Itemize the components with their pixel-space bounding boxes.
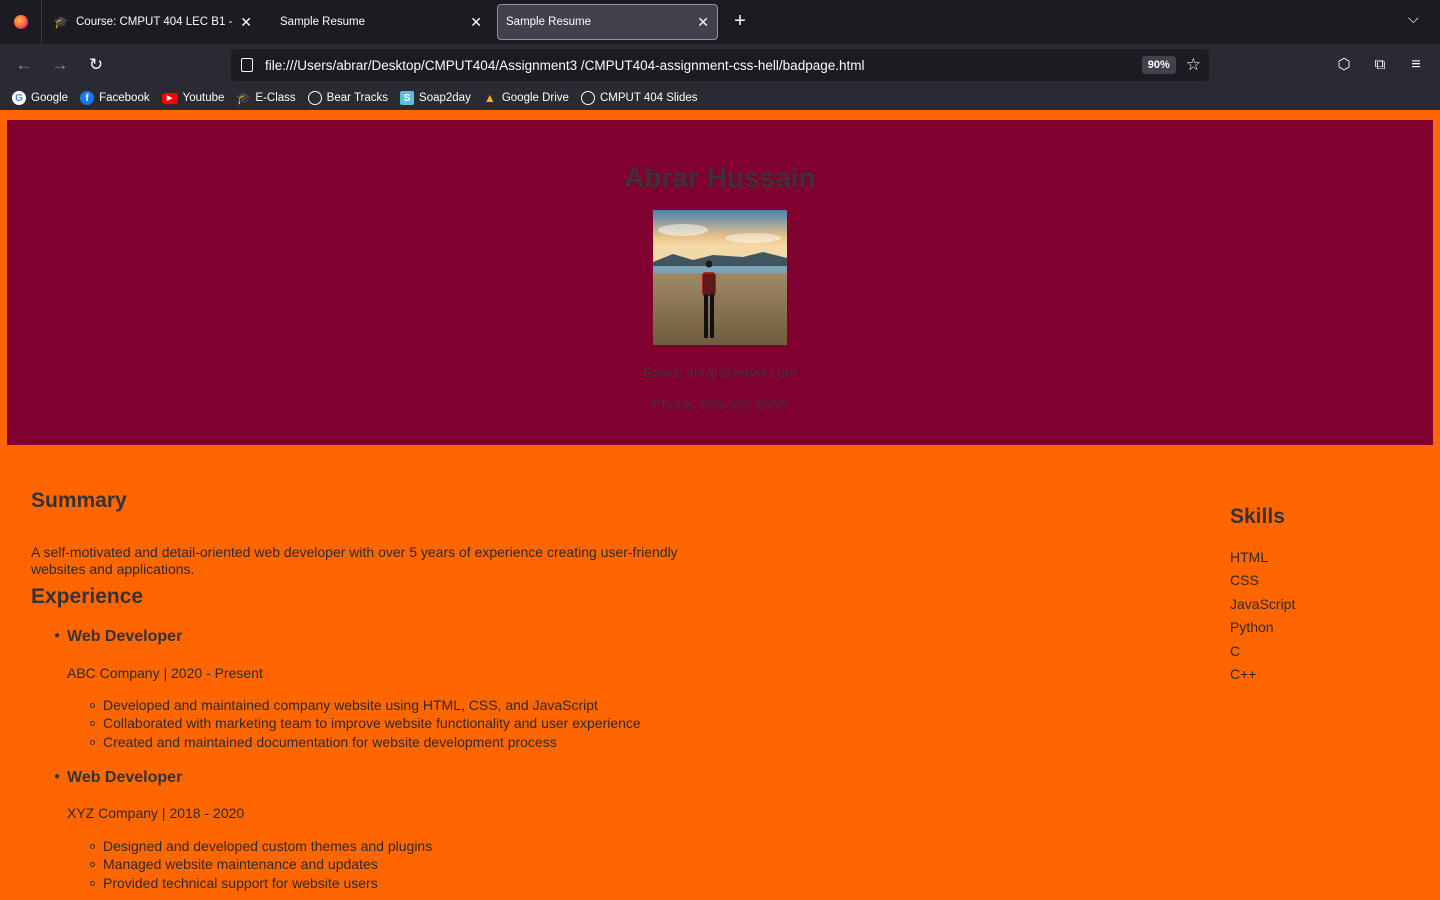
google-icon: G [12,91,26,105]
globe-icon [580,91,595,105]
skills-heading: Skills [1230,505,1285,528]
bookmark-soap2day[interactable]: S Soap2day [400,91,471,105]
circle-bullet-icon [90,862,95,867]
zoom-badge[interactable]: 90% [1141,56,1176,74]
tab-course[interactable]: 🎓 Course: CMPUT 404 LEC B1 - W ✕ [46,4,260,40]
skill-item: C++ [1230,666,1257,682]
forward-arrow-icon[interactable]: → [48,54,72,76]
bookmark-google[interactable]: G Google [12,91,68,105]
bookmark-label: CMPUT 404 Slides [599,92,698,104]
bookmark-bear-tracks[interactable]: Bear Tracks [307,91,389,105]
contact-phone: Phone: 555-555-5555 [652,396,788,412]
circle-bullet-icon [90,881,95,886]
tab-title: Sample Resume [280,16,366,28]
job-meta: ABC Company | 2020 - Present [67,665,263,681]
bookmark-label: E-Class [255,92,296,104]
circle-bullet-icon [90,740,95,745]
resume-name: Abrar Hussain [624,162,816,193]
experience-heading: Experience [31,585,144,608]
job-duty: Managed website maintenance and updates [103,856,378,872]
navigation-bar: ← → ↻ file:///Users/abrar/Desktop/CMPUT4… [0,44,1440,86]
url-text[interactable]: file:///Users/abrar/Desktop/CMPUT404/Ass… [265,58,1142,73]
skill-item: CSS [1230,572,1259,588]
bookmark-label: Google Drive [501,92,569,104]
close-tab-icon[interactable]: ✕ [240,14,252,31]
firefox-menu-icon[interactable] [0,0,42,44]
pocket-icon[interactable]: ⬡ [1332,54,1356,76]
facebook-icon: f [80,91,95,105]
bookmark-youtube[interactable]: ▶ Youtube [161,92,225,104]
job-duty: Collaborated with marketing team to impr… [103,715,641,731]
profile-photo [653,210,787,345]
extensions-icon[interactable]: ⧉ [1368,54,1392,76]
menu-icon[interactable]: ≡ [1404,54,1428,76]
skills-section: Skills HTML CSS JavaScript Python C C++ [1230,505,1295,682]
resume-header: Abrar Hussain Email: abrar@email.com Pho… [7,120,1433,445]
bookmark-cmput404-slides[interactable]: CMPUT 404 Slides [580,91,698,105]
tab-sample-resume-1[interactable]: Sample Resume ✕ [272,4,490,40]
job-title: Web Developer [67,769,183,786]
youtube-icon: ▶ [161,92,178,104]
job-duty: Created and maintained documentation for… [103,734,557,750]
bookmark-label: Facebook [99,92,150,104]
job-title: Web Developer [67,628,183,645]
eclass-icon: 🎓 [235,91,251,105]
job-duty: Provided technical support for website u… [103,875,378,891]
summary-heading: Summary [31,489,127,512]
reload-icon[interactable]: ↻ [84,54,108,76]
circle-bullet-icon [90,721,95,726]
close-tab-icon[interactable]: ✕ [470,14,482,31]
web-page: Abrar Hussain Email: abrar@email.com Pho… [0,113,1440,900]
bookmark-eclass[interactable]: 🎓 E-Class [235,91,296,105]
chevron-down-icon[interactable]: ⌵ [1408,10,1419,27]
eclass-icon: 🎓 [53,15,69,29]
circle-bullet-icon [90,844,95,849]
tab-sample-resume-2[interactable]: Sample Resume ✕ [497,4,718,40]
new-tab-button[interactable]: + [728,10,752,33]
bookmark-label: Youtube [182,92,225,104]
summary-text: A self-motivated and detail-oriented web… [31,544,678,577]
skill-item: JavaScript [1230,596,1296,612]
tab-title: Sample Resume [506,16,592,28]
job-duty: Developed and maintained company website… [103,697,598,713]
bookmark-label: Google [31,92,69,104]
globe-icon [307,91,322,105]
skill-item: Python [1230,619,1274,635]
tab-bar: 🎓 Course: CMPUT 404 LEC B1 - W ✕ Sample … [0,0,1440,44]
bullet-icon: ● [54,771,61,782]
skill-item: HTML [1230,549,1269,565]
star-bookmark-icon[interactable]: ☆ [1186,55,1201,75]
bullet-icon: ● [54,630,61,641]
google-drive-icon: ▲ [483,91,496,105]
job-meta: XYZ Company | 2018 - 2020 [67,805,245,821]
bookmark-label: Soap2day [419,92,471,104]
bookmark-facebook[interactable]: f Facebook [80,91,150,105]
circle-bullet-icon [90,703,95,708]
back-arrow-icon[interactable]: ← [12,54,36,76]
skill-item: C [1230,643,1241,659]
address-bar[interactable]: file:///Users/abrar/Desktop/CMPUT404/Ass… [231,49,1209,81]
job-duty: Designed and developed custom themes and… [103,838,433,854]
page-icon [241,58,253,72]
bookmark-label: Bear Tracks [326,92,389,104]
tab-title: Course: CMPUT 404 LEC B1 - W [76,16,235,28]
close-tab-icon[interactable]: ✕ [697,14,709,31]
soap2day-icon: S [400,91,415,105]
contact-email: Email: abrar@email.com [643,364,797,380]
bookmarks-toolbar: G Google f Facebook ▶ Youtube 🎓 E-Class … [0,86,1440,110]
bookmark-google-drive[interactable]: ▲ Google Drive [483,91,569,105]
